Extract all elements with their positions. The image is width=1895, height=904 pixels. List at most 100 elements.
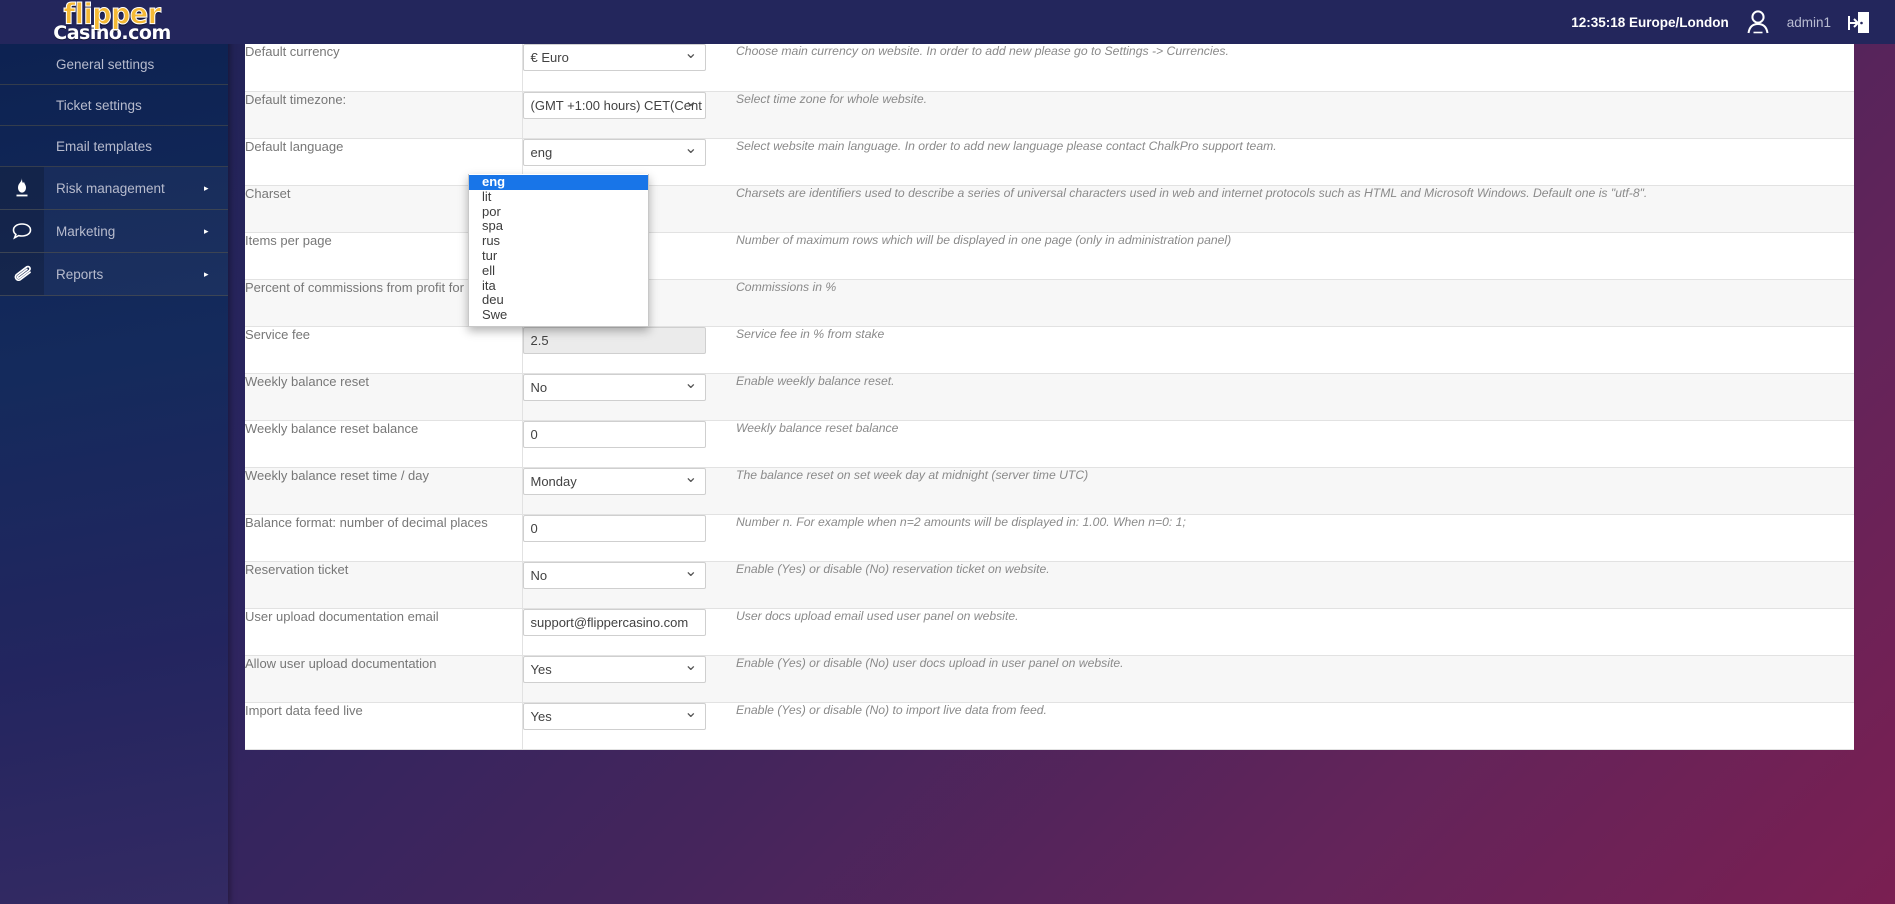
- setting-select[interactable]: € Euro ⌄: [522, 44, 706, 71]
- settings-row: Default timezone: (GMT +1:00 hours) CET(C…: [245, 91, 1854, 139]
- setting-help-text: Service fee in % from stake: [736, 326, 1854, 374]
- language-dropdown-options[interactable]: eng lit por spa rus tur ell ita deu Swe: [468, 174, 649, 327]
- settings-row: User upload documentation email support@f…: [245, 608, 1854, 656]
- setting-label: Weekly balance reset time / day: [245, 467, 523, 515]
- setting-help-text: Enable weekly balance reset.: [736, 373, 1854, 421]
- setting-select-value: No: [530, 567, 548, 583]
- sidebar-item-label: Marketing: [56, 223, 116, 239]
- sidebar-item-reports[interactable]: Reports ▸: [0, 253, 228, 296]
- settings-row: Default currency € Euro ⌄ Choose main curre…: [245, 44, 1854, 92]
- chevron-down-icon: ⌄: [684, 374, 698, 392]
- chevron-right-icon: ▸: [204, 182, 209, 193]
- settings-table-body: Default currency € Euro ⌄ Choose main curre…: [245, 44, 1854, 750]
- settings-row: Weekly balance reset time / day Monday ⌄ Th…: [245, 467, 1854, 515]
- setting-field-cell: (GMT +1:00 hours) CET(Cent ⌄: [522, 91, 736, 139]
- chevron-down-icon: ⌄: [684, 703, 698, 721]
- chevron-down-icon: ⌄: [684, 656, 698, 674]
- setting-select[interactable]: (GMT +1:00 hours) CET(Cent ⌄: [522, 91, 706, 119]
- setting-field-cell: 0: [522, 420, 736, 468]
- chevron-down-icon: ⌄: [684, 468, 698, 486]
- top-bar-right: 12:35:18 Europe/London admin1: [1571, 0, 1873, 44]
- setting-label: User upload documentation email: [245, 608, 523, 656]
- setting-select-value: No: [530, 379, 548, 395]
- sidebar-item-email-templates[interactable]: Email templates: [0, 126, 228, 167]
- setting-field-cell: Yes ⌄: [522, 702, 736, 750]
- sidebar-item-marketing[interactable]: Marketing ▸: [0, 210, 228, 253]
- sidebar-item-general-settings[interactable]: General settings: [0, 44, 228, 85]
- language-option[interactable]: ita: [469, 278, 648, 294]
- chevron-down-icon: ⌄: [684, 92, 698, 110]
- setting-field-cell: No ⌄: [522, 373, 736, 421]
- setting-select[interactable]: eng ⌄: [522, 138, 706, 166]
- chevron-down-icon: ⌄: [684, 45, 698, 62]
- setting-text-input[interactable]: 0: [522, 514, 706, 542]
- setting-field-cell: € Euro ⌄: [522, 44, 736, 92]
- setting-label: Weekly balance reset balance: [245, 420, 523, 468]
- setting-label: Balance format: number of decimal places: [245, 514, 523, 562]
- setting-select[interactable]: Yes ⌄: [522, 702, 706, 730]
- language-option[interactable]: deu: [469, 293, 648, 308]
- setting-field-cell: 0: [522, 514, 736, 562]
- chevron-down-icon: ⌄: [684, 139, 698, 157]
- setting-help-text: The balance reset on set week day at mid…: [736, 467, 1854, 515]
- setting-help-text: Number of maximum rows which will be dis…: [736, 232, 1854, 280]
- sidebar-item-label: Reports: [56, 266, 104, 282]
- setting-field-cell: support@flippercasino.com: [522, 608, 736, 656]
- setting-select[interactable]: Monday ⌄: [522, 467, 706, 495]
- top-bar: flipper Casino.com 12:35:18 Europe/Londo…: [0, 0, 1895, 44]
- setting-text-input[interactable]: support@flippercasino.com: [522, 608, 706, 636]
- settings-row: Import data feed live Yes ⌄ Enable (Yes) or…: [245, 702, 1854, 750]
- setting-help-text: Enable (Yes) or disable (No) reservation…: [736, 561, 1854, 609]
- setting-help-text: Commissions in %: [736, 279, 1854, 327]
- flame-icon: [0, 167, 44, 209]
- setting-help-text: Charsets are identifiers used to describ…: [736, 185, 1854, 233]
- paperclip-icon: [0, 253, 44, 295]
- language-option[interactable]: lit: [469, 189, 648, 205]
- setting-select[interactable]: No ⌄: [522, 561, 706, 589]
- sidebar-item-risk-management[interactable]: Risk management ▸: [0, 167, 228, 210]
- settings-row: Service fee 2.5 Service fee in % from stak…: [245, 326, 1854, 374]
- setting-label: Allow user upload documentation: [245, 655, 523, 703]
- setting-field-cell: Monday ⌄: [522, 467, 736, 515]
- language-option[interactable]: Swe: [469, 307, 648, 323]
- setting-field-cell: No ⌄: [522, 561, 736, 609]
- sidebar-item-ticket-settings[interactable]: Ticket settings: [0, 85, 228, 126]
- sidebar-item-label: Ticket settings: [56, 97, 142, 113]
- setting-text-input[interactable]: 2.5: [522, 326, 706, 354]
- setting-help-text: Enable (Yes) or disable (No) to import l…: [736, 702, 1854, 750]
- setting-select[interactable]: No ⌄: [522, 373, 706, 401]
- chevron-right-icon: ▸: [204, 268, 209, 279]
- setting-select-value: Monday: [530, 473, 577, 489]
- setting-label: Reservation ticket: [245, 561, 523, 609]
- setting-field-cell: 2.5: [522, 326, 736, 374]
- setting-select-value: eng: [530, 144, 553, 160]
- language-option[interactable]: por: [469, 204, 648, 220]
- chevron-right-icon: ▸: [204, 225, 209, 236]
- setting-help-text: Select website main language. In order t…: [736, 138, 1854, 186]
- language-option[interactable]: eng: [469, 174, 648, 190]
- setting-help-text: Choose main currency on website. In orde…: [736, 44, 1854, 92]
- setting-label: Weekly balance reset: [245, 373, 523, 421]
- setting-select-value: € Euro: [530, 50, 569, 65]
- setting-select-value: Yes: [530, 708, 552, 724]
- setting-help-text: User docs upload email used user panel o…: [736, 608, 1854, 656]
- site-logo[interactable]: flipper Casino.com: [24, 0, 200, 43]
- logout-door-icon[interactable]: [1845, 7, 1873, 37]
- setting-select[interactable]: Yes ⌄: [522, 655, 706, 683]
- language-option[interactable]: tur: [469, 248, 648, 264]
- setting-help-text: Enable (Yes) or disable (No) user docs u…: [736, 655, 1854, 703]
- language-option[interactable]: ell: [469, 263, 648, 279]
- setting-select-value: Yes: [530, 661, 552, 677]
- setting-help-text: Number n. For example when n=2 amounts w…: [736, 514, 1854, 562]
- chevron-down-icon: ⌄: [684, 562, 698, 580]
- logo-line-1: flipper: [63, 0, 162, 31]
- language-option[interactable]: rus: [469, 233, 648, 249]
- sidebar: General settings Ticket settings Email t…: [0, 0, 228, 904]
- general-settings-panel: Default currency € Euro ⌄ Choose main curre…: [245, 44, 1854, 904]
- user-avatar-icon[interactable]: [1743, 7, 1773, 37]
- setting-text-input[interactable]: 0: [522, 420, 706, 448]
- settings-row: Weekly balance reset balance 0 Weekly bala…: [245, 420, 1854, 468]
- setting-label: Import data feed live: [245, 702, 523, 750]
- language-option[interactable]: spa: [469, 219, 648, 234]
- settings-row: Balance format: number of decimal places…: [245, 514, 1854, 562]
